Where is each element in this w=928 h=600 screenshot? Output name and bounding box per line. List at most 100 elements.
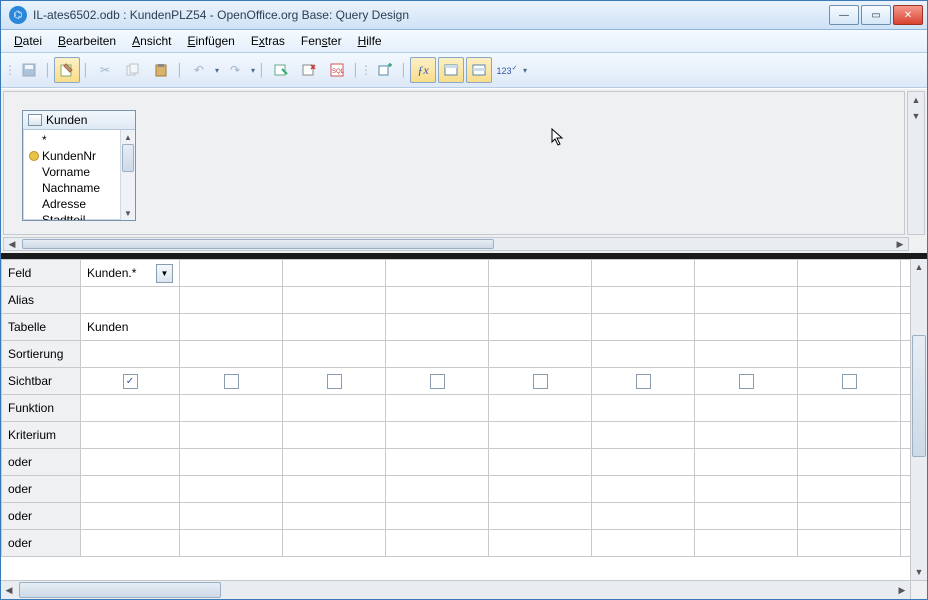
grid-cell[interactable] xyxy=(695,476,798,503)
scroll-right-icon[interactable]: ▶ xyxy=(892,239,908,250)
grid-hscrollbar[interactable]: ◀ ▶ xyxy=(1,581,910,599)
grid-cell[interactable] xyxy=(592,503,695,530)
menu-insert[interactable]: Einfügen xyxy=(180,32,241,50)
grid-cell[interactable] xyxy=(283,395,386,422)
add-table-button[interactable] xyxy=(372,57,398,83)
paste-button[interactable] xyxy=(148,57,174,83)
grid-cell[interactable] xyxy=(489,449,592,476)
grid-cell[interactable] xyxy=(592,368,695,395)
distinct-dropdown[interactable]: ▾ xyxy=(521,66,529,75)
grid-cell[interactable] xyxy=(180,422,283,449)
menu-extras[interactable]: Extras xyxy=(244,32,292,50)
pane-hscrollbar[interactable]: ◀ ▶ xyxy=(3,237,909,251)
grid-cell[interactable] xyxy=(489,341,592,368)
grid-cell[interactable] xyxy=(798,476,901,503)
grid-cell[interactable] xyxy=(386,422,489,449)
grid-cell[interactable]: ✓ xyxy=(81,368,180,395)
field-item[interactable]: Vorname xyxy=(23,164,120,180)
grid-cell[interactable] xyxy=(489,287,592,314)
field-item[interactable]: Stadtteil xyxy=(23,212,120,220)
scroll-right-icon[interactable]: ▶ xyxy=(894,585,910,596)
field-item[interactable]: * xyxy=(23,132,120,148)
grid-cell[interactable] xyxy=(798,422,901,449)
grid-cell[interactable] xyxy=(283,422,386,449)
grid-cell[interactable] xyxy=(798,530,901,557)
run-query-button[interactable] xyxy=(268,57,294,83)
grid-cell[interactable] xyxy=(81,449,180,476)
grid-cell[interactable] xyxy=(283,530,386,557)
grid-cell[interactable] xyxy=(283,368,386,395)
grid-cell[interactable] xyxy=(592,449,695,476)
scroll-thumb[interactable] xyxy=(22,239,494,249)
copy-button[interactable] xyxy=(120,57,146,83)
grid-cell[interactable] xyxy=(798,449,901,476)
grid-cell[interactable] xyxy=(592,260,695,287)
save-button[interactable] xyxy=(16,57,42,83)
distinct-button[interactable]: 123✓ xyxy=(494,57,520,83)
grid-cell[interactable] xyxy=(901,449,911,476)
grid-cell[interactable] xyxy=(489,530,592,557)
grid-cell[interactable] xyxy=(798,287,901,314)
grid-cell[interactable] xyxy=(489,395,592,422)
field-list[interactable]: *KundenNrVornameNachnameAdresseStadtteil xyxy=(23,130,120,220)
grid-cell[interactable] xyxy=(489,476,592,503)
menu-view[interactable]: Ansicht xyxy=(125,32,178,50)
grid-cell[interactable] xyxy=(695,395,798,422)
grid-cell[interactable] xyxy=(592,422,695,449)
grid-cell[interactable] xyxy=(81,287,180,314)
scroll-up-icon[interactable]: ▲ xyxy=(911,259,927,275)
redo-button[interactable]: ↷ xyxy=(222,57,248,83)
grid-cell[interactable] xyxy=(901,260,911,287)
grid-cell[interactable] xyxy=(798,341,901,368)
visible-checkbox[interactable] xyxy=(739,374,754,389)
grid-cell[interactable] xyxy=(386,503,489,530)
grid-cell[interactable] xyxy=(592,314,695,341)
grid-cell[interactable] xyxy=(180,287,283,314)
visible-checkbox[interactable] xyxy=(636,374,651,389)
grid-cell[interactable] xyxy=(283,260,386,287)
grid-cell[interactable] xyxy=(695,449,798,476)
visible-checkbox[interactable] xyxy=(224,374,239,389)
grid-cell[interactable] xyxy=(386,476,489,503)
grid-cell[interactable] xyxy=(592,476,695,503)
grid-cell[interactable] xyxy=(283,449,386,476)
visible-checkbox[interactable]: ✓ xyxy=(123,374,138,389)
grid-cell[interactable] xyxy=(283,503,386,530)
grid-cell[interactable] xyxy=(901,476,911,503)
grid-cell[interactable] xyxy=(695,503,798,530)
grid-cell[interactable] xyxy=(798,260,901,287)
undo-button[interactable]: ↶ xyxy=(186,57,212,83)
dropdown-icon[interactable]: ▼ xyxy=(156,264,173,283)
grid-cell[interactable] xyxy=(901,287,911,314)
redo-dropdown[interactable]: ▾ xyxy=(249,66,257,75)
field-item[interactable]: Nachname xyxy=(23,180,120,196)
grid-cell[interactable] xyxy=(489,503,592,530)
grid-cell[interactable] xyxy=(283,287,386,314)
alias-button[interactable] xyxy=(466,57,492,83)
grid-cell[interactable] xyxy=(180,341,283,368)
grid-cell[interactable] xyxy=(489,260,592,287)
table-kunden[interactable]: Kunden *KundenNrVornameNachnameAdresseSt… xyxy=(22,110,136,221)
titlebar[interactable]: ⌬ IL-ates6502.odb : KundenPLZ54 - OpenOf… xyxy=(1,1,927,30)
grid-cell[interactable] xyxy=(386,368,489,395)
close-button[interactable]: ✕ xyxy=(893,5,923,25)
minimize-button[interactable]: — xyxy=(829,5,859,25)
grid-cell[interactable] xyxy=(180,314,283,341)
scroll-up-icon[interactable]: ▲ xyxy=(908,92,924,108)
grid-cell[interactable] xyxy=(180,476,283,503)
scroll-thumb[interactable] xyxy=(912,335,926,457)
grid-cell[interactable] xyxy=(180,395,283,422)
menu-help[interactable]: Hilfe xyxy=(351,32,389,50)
grid-cell[interactable] xyxy=(901,341,911,368)
grid-cell[interactable] xyxy=(901,422,911,449)
grid-cell[interactable] xyxy=(180,530,283,557)
table-header[interactable]: Kunden xyxy=(23,111,135,130)
grid-cell[interactable] xyxy=(81,341,180,368)
grid-cell[interactable] xyxy=(489,422,592,449)
grid-cell[interactable] xyxy=(489,368,592,395)
grid-cell[interactable] xyxy=(695,422,798,449)
visible-checkbox[interactable] xyxy=(430,374,445,389)
grid-cell[interactable] xyxy=(180,368,283,395)
grid-cell[interactable] xyxy=(283,314,386,341)
edit-mode-button[interactable] xyxy=(54,57,80,83)
